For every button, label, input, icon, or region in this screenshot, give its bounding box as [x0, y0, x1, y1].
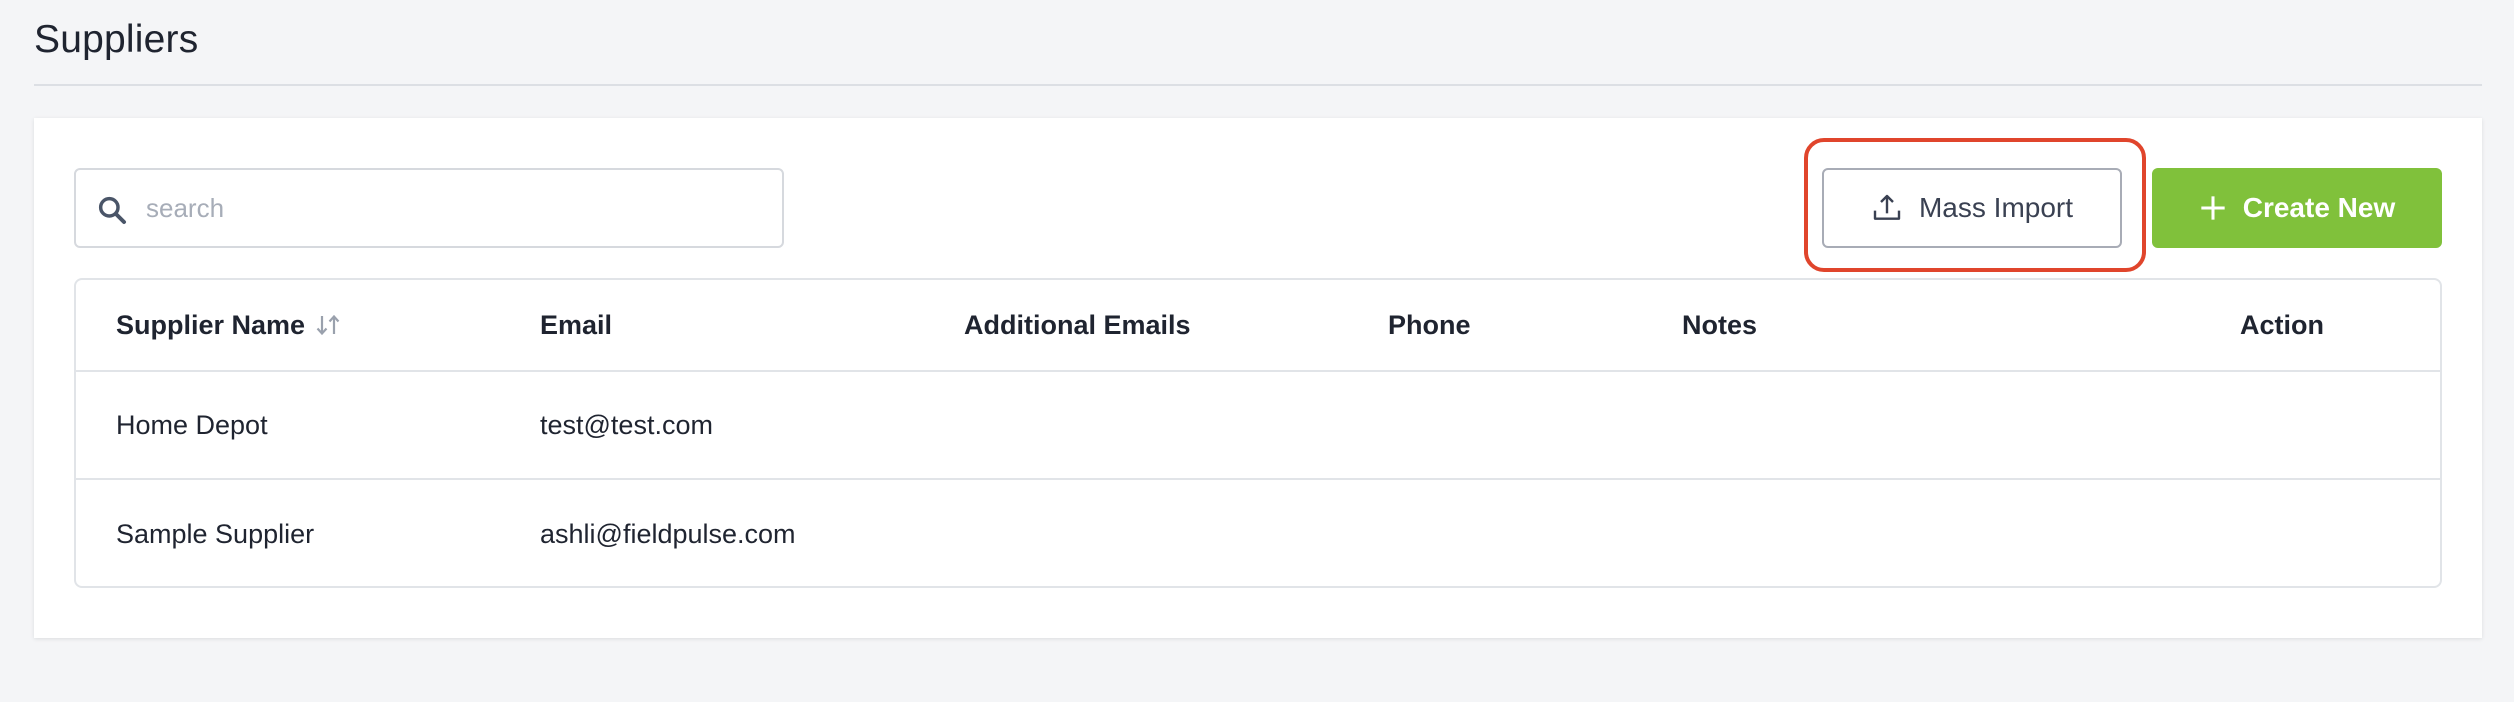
search-input[interactable] — [146, 170, 766, 246]
plus-icon — [2201, 196, 2225, 220]
column-header-label: Supplier Name — [116, 309, 306, 340]
suppliers-table: Supplier Name Email Additional Emails Ph… — [74, 278, 2442, 588]
search-box[interactable] — [74, 168, 784, 248]
column-header-phone: Phone — [1388, 309, 1471, 340]
table-header-row: Supplier Name Email Additional Emails Ph… — [76, 280, 2440, 372]
email-cell: test@test.com — [540, 409, 713, 440]
mass-import-button[interactable]: Mass Import — [1822, 168, 2122, 248]
create-new-button[interactable]: Create New — [2152, 168, 2442, 248]
column-header-supplier-name[interactable]: Supplier Name — [116, 280, 341, 370]
column-header-notes: Notes — [1682, 309, 1758, 340]
create-new-label: Create New — [2242, 192, 2396, 223]
column-header-email: Email — [540, 309, 613, 340]
page-header: Suppliers — [34, 0, 2482, 86]
column-header-additional-emails: Additional Emails — [964, 309, 1191, 340]
table-row[interactable]: Sample Supplier ashli@fieldpulse.com — [76, 480, 2440, 586]
suppliers-card: Mass Import Create New Supplier Name Ema… — [34, 118, 2482, 638]
upload-icon — [1873, 194, 1901, 220]
page-title: Suppliers — [34, 18, 199, 61]
email-cell: ashli@fieldpulse.com — [540, 518, 796, 549]
supplier-name-cell[interactable]: Home Depot — [116, 372, 268, 478]
search-icon — [98, 196, 126, 224]
mass-import-label: Mass Import — [1918, 192, 2074, 223]
table-row[interactable]: Home Depot test@test.com — [76, 372, 2440, 480]
column-header-action: Action — [2240, 309, 2324, 340]
supplier-name-cell[interactable]: Sample Supplier — [116, 480, 314, 586]
sort-icon[interactable] — [315, 313, 341, 337]
